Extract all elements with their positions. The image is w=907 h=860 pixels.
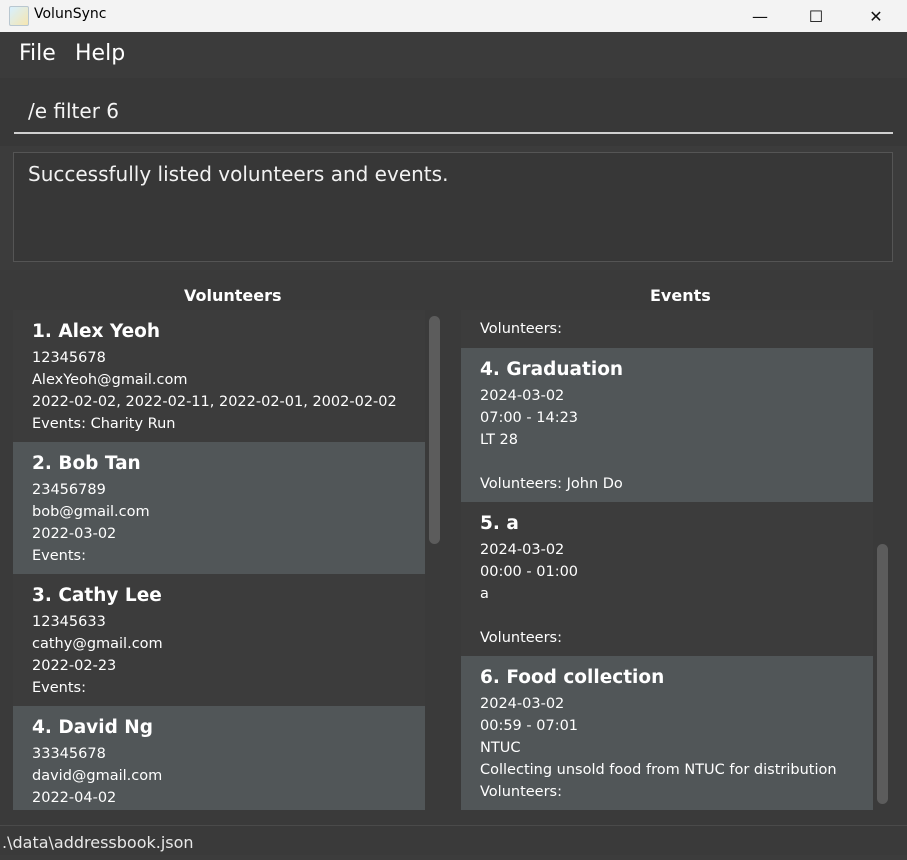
event-volunteers: Volunteers: bbox=[480, 630, 563, 646]
volunteer-dates: 2022-03-02 bbox=[32, 526, 117, 542]
volunteers-scrollbar[interactable] bbox=[429, 316, 440, 544]
menu-bar: File Help bbox=[0, 32, 907, 78]
event-card[interactable]: 4. Graduation 2024-03-02 07:00 - 14:23 L… bbox=[461, 348, 873, 502]
menu-file[interactable]: File bbox=[19, 41, 56, 66]
close-button[interactable]: ✕ bbox=[853, 0, 899, 32]
status-bar: .\data\addressbook.json bbox=[0, 825, 907, 855]
window-title: VolunSync bbox=[34, 6, 107, 22]
volunteer-email: david@gmail.com bbox=[32, 768, 163, 784]
event-time: 00:59 - 07:01 bbox=[480, 718, 579, 734]
events-scrollbar[interactable] bbox=[877, 544, 888, 804]
maximize-button[interactable]: ☐ bbox=[793, 0, 839, 32]
volunteer-events: Events: Charity Run bbox=[32, 416, 176, 432]
menu-help[interactable]: Help bbox=[75, 41, 125, 66]
volunteer-events: Events: bbox=[32, 680, 86, 696]
event-time: 00:00 - 01:00 bbox=[480, 564, 579, 580]
volunteer-phone: 33345678 bbox=[32, 746, 106, 762]
event-description bbox=[480, 605, 873, 627]
volunteer-name: 4. David Ng bbox=[32, 717, 153, 738]
event-location: NTUC bbox=[480, 740, 521, 756]
command-area: /e filter 6 bbox=[0, 78, 907, 146]
event-time: 07:00 - 14:23 bbox=[480, 410, 579, 426]
volunteers-list[interactable]: 1. Alex Yeoh 12345678 AlexYeoh@gmail.com… bbox=[13, 310, 425, 810]
volunteer-card[interactable]: 2. Bob Tan 23456789 bob@gmail.com 2022-0… bbox=[13, 442, 425, 574]
result-text: Successfully listed volunteers and event… bbox=[28, 162, 449, 186]
title-bar: VolunSync — ☐ ✕ bbox=[0, 0, 907, 32]
event-location: a bbox=[480, 586, 489, 602]
event-volunteers: Volunteers: bbox=[480, 321, 563, 337]
event-date: 2024-03-02 bbox=[480, 542, 565, 558]
event-name: 5. a bbox=[480, 513, 519, 534]
volunteer-name: 2. Bob Tan bbox=[32, 453, 141, 474]
event-card[interactable]: 6. Food collection 2024-03-02 00:59 - 07… bbox=[461, 656, 873, 810]
event-date: 2024-03-02 bbox=[480, 696, 565, 712]
event-location: LT 28 bbox=[480, 432, 518, 448]
event-date: 2024-03-02 bbox=[480, 388, 565, 404]
event-card[interactable]: 5. a 2024-03-02 00:00 - 01:00 a Voluntee… bbox=[461, 502, 873, 656]
minimize-button[interactable]: — bbox=[737, 0, 783, 32]
app-icon bbox=[9, 6, 29, 26]
volunteer-card[interactable]: 1. Alex Yeoh 12345678 AlexYeoh@gmail.com… bbox=[13, 310, 425, 442]
events-header: Events bbox=[650, 286, 711, 305]
volunteer-phone: 12345633 bbox=[32, 614, 106, 630]
volunteer-email: AlexYeoh@gmail.com bbox=[32, 372, 188, 388]
event-volunteers: Volunteers: John Do bbox=[480, 476, 623, 492]
volunteer-dates: 2022-04-02 bbox=[32, 790, 117, 806]
volunteer-card[interactable]: 3. Cathy Lee 12345633 cathy@gmail.com 20… bbox=[13, 574, 425, 706]
event-description bbox=[480, 451, 873, 473]
event-name: 4. Graduation bbox=[480, 359, 624, 380]
volunteer-dates: 2022-02-02, 2022-02-11, 2022-02-01, 2002… bbox=[32, 394, 397, 410]
event-description: Collecting unsold food from NTUC for dis… bbox=[480, 762, 837, 778]
volunteer-phone: 12345678 bbox=[32, 350, 106, 366]
volunteer-phone: 23456789 bbox=[32, 482, 106, 498]
result-display: Successfully listed volunteers and event… bbox=[13, 152, 893, 262]
volunteer-card[interactable]: 4. David Ng 33345678 david@gmail.com 202… bbox=[13, 706, 425, 810]
event-name: 6. Food collection bbox=[480, 667, 665, 688]
volunteers-header: Volunteers bbox=[184, 286, 282, 305]
save-location: .\data\addressbook.json bbox=[2, 833, 194, 852]
event-volunteers: Volunteers: bbox=[480, 784, 563, 800]
volunteer-dates: 2022-02-23 bbox=[32, 658, 117, 674]
volunteer-name: 3. Cathy Lee bbox=[32, 585, 162, 606]
event-card-partial[interactable]: Volunteers: bbox=[461, 310, 873, 348]
volunteer-email: bob@gmail.com bbox=[32, 504, 150, 520]
events-list[interactable]: Volunteers: 4. Graduation 2024-03-02 07:… bbox=[461, 310, 873, 810]
volunteer-events: Events: bbox=[32, 548, 86, 564]
volunteer-email: cathy@gmail.com bbox=[32, 636, 163, 652]
command-input[interactable]: /e filter 6 bbox=[14, 90, 893, 134]
volunteer-name: 1. Alex Yeoh bbox=[32, 321, 161, 342]
